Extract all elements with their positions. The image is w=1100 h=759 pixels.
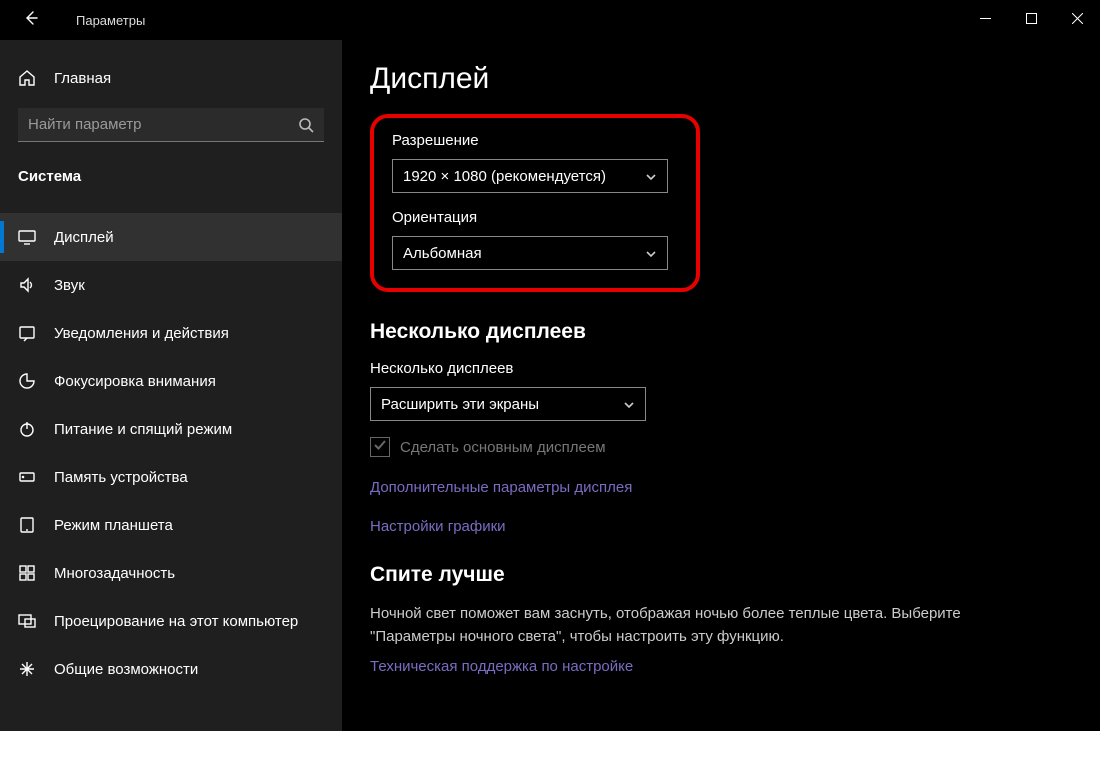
multi-displays-dropdown[interactable]: Расширить эти экраны <box>370 387 646 421</box>
sidebar-item-projecting[interactable]: Проецирование на этот компьютер <box>0 597 342 645</box>
page-title: Дисплей <box>370 62 1072 96</box>
resolution-value: 1920 × 1080 (рекомендуется) <box>403 168 606 185</box>
multi-displays-label: Несколько дисплеев <box>370 360 1072 377</box>
sidebar-item-label: Питание и спящий режим <box>54 421 232 438</box>
sidebar-item-label: Общие возможности <box>54 661 198 678</box>
minimize-icon <box>980 11 991 29</box>
app-title: Параметры <box>76 13 145 28</box>
sidebar-item-tablet[interactable]: Режим планшета <box>0 501 342 549</box>
make-primary-label: Сделать основным дисплеем <box>400 439 606 456</box>
shared-icon <box>18 660 36 678</box>
window-controls <box>962 0 1100 40</box>
sidebar-item-notifications[interactable]: Уведомления и действия <box>0 309 342 357</box>
maximize-button[interactable] <box>1008 0 1054 40</box>
sidebar-item-home[interactable]: Главная <box>0 58 342 98</box>
highlighted-region: Разрешение 1920 × 1080 (рекомендуется) О… <box>370 114 700 292</box>
main-content: Дисплей Разрешение 1920 × 1080 (рекоменд… <box>342 40 1100 731</box>
display-icon <box>18 228 36 246</box>
multi-displays-value: Расширить эти экраны <box>381 396 539 413</box>
power-icon <box>18 420 36 438</box>
sleep-better-heading: Спите лучше <box>370 563 1072 587</box>
sidebar-item-label: Фокусировка внимания <box>54 373 216 390</box>
chevron-down-icon <box>645 170 657 182</box>
chevron-down-icon <box>623 398 635 410</box>
sidebar-item-power[interactable]: Питание и спящий режим <box>0 405 342 453</box>
sidebar-nav: Дисплей Звук Уведомления и действия Фоку… <box>0 213 342 693</box>
home-label: Главная <box>54 70 111 87</box>
orientation-dropdown[interactable]: Альбомная <box>392 236 668 270</box>
back-arrow-icon <box>23 10 39 31</box>
close-button[interactable] <box>1054 0 1100 40</box>
sidebar-item-display[interactable]: Дисплей <box>0 213 342 261</box>
sidebar-item-label: Звук <box>54 277 85 294</box>
advanced-display-link[interactable]: Дополнительные параметры дисплея <box>370 479 1072 496</box>
orientation-value: Альбомная <box>403 245 482 262</box>
sleep-better-body: Ночной свет поможет вам заснуть, отображ… <box>370 603 1050 648</box>
search-input[interactable] <box>28 116 298 133</box>
back-button[interactable] <box>14 3 48 37</box>
make-primary-checkbox-row: Сделать основным дисплеем <box>370 437 1072 457</box>
sidebar-item-focus[interactable]: Фокусировка внимания <box>0 357 342 405</box>
search-box[interactable] <box>18 108 324 142</box>
sidebar-item-label: Режим планшета <box>54 517 173 534</box>
multitask-icon <box>18 564 36 582</box>
project-icon <box>18 612 36 630</box>
category-label: Система <box>18 168 342 185</box>
resolution-dropdown[interactable]: 1920 × 1080 (рекомендуется) <box>392 159 668 193</box>
support-link[interactable]: Техническая поддержка по настройке <box>370 658 1072 675</box>
tablet-icon <box>18 516 36 534</box>
search-icon <box>298 117 314 133</box>
sidebar-item-storage[interactable]: Память устройства <box>0 453 342 501</box>
make-primary-checkbox[interactable] <box>370 437 390 457</box>
notifications-icon <box>18 324 36 342</box>
home-icon <box>18 69 36 87</box>
minimize-button[interactable] <box>962 0 1008 40</box>
chevron-down-icon <box>645 247 657 259</box>
multi-displays-heading: Несколько дисплеев <box>370 320 1072 344</box>
sidebar: Главная Система Дисплей Звук <box>0 40 342 731</box>
sidebar-item-label: Многозадачность <box>54 565 175 582</box>
close-icon <box>1072 11 1083 29</box>
sidebar-item-sound[interactable]: Звук <box>0 261 342 309</box>
graphics-settings-link[interactable]: Настройки графики <box>370 518 1072 535</box>
sidebar-item-label: Дисплей <box>54 229 114 246</box>
maximize-icon <box>1026 11 1037 29</box>
check-icon <box>373 438 387 456</box>
sidebar-item-shared[interactable]: Общие возможности <box>0 645 342 693</box>
orientation-label: Ориентация <box>392 209 678 226</box>
sound-icon <box>18 276 36 294</box>
storage-icon <box>18 468 36 486</box>
sidebar-item-label: Уведомления и действия <box>54 325 229 342</box>
titlebar: Параметры <box>0 0 1100 40</box>
resolution-label: Разрешение <box>392 132 678 149</box>
sidebar-item-label: Память устройства <box>54 469 188 486</box>
settings-window: Параметры Главная <box>0 0 1100 731</box>
sidebar-item-label: Проецирование на этот компьютер <box>54 613 298 630</box>
focus-icon <box>18 372 36 390</box>
sidebar-item-multitask[interactable]: Многозадачность <box>0 549 342 597</box>
